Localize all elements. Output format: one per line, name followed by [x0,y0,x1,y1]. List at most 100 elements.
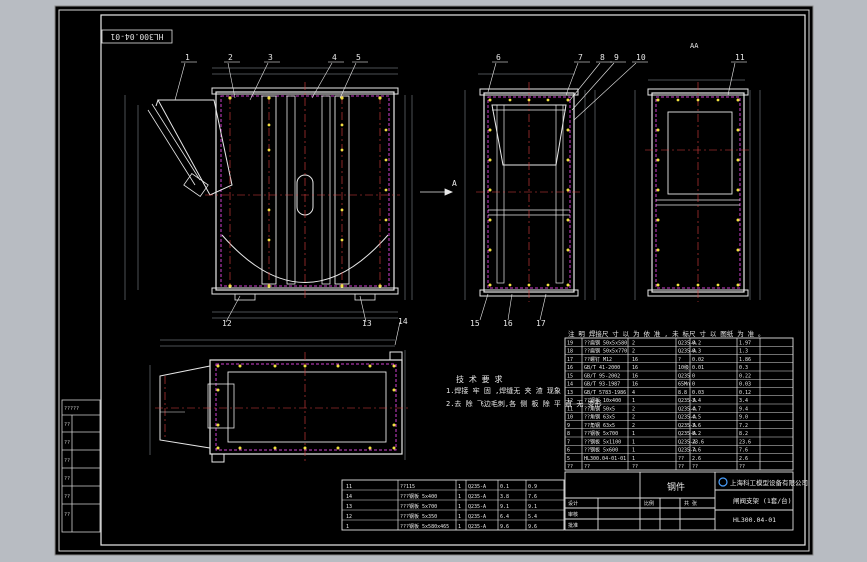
bom-cell-mat: ? [678,357,681,363]
bom-cell-code: GB/T 41-2000 [584,365,620,371]
tech-req-line2: 2.去 除 飞边毛刺,各 侧 板 除 平 直 无 变形 [446,399,602,408]
bom-cell-qty: 1 [632,398,635,404]
bom-cell-qty: 1 [632,448,635,454]
bom-cell-no: 15 [567,373,573,379]
tech-req-title: 技 术 要 求 [456,374,502,384]
bom-cell-no: 6 [567,448,570,454]
bom-cell-mat: 8.8 [678,390,687,396]
bom-cell-t: ?? [739,464,745,470]
bom-cell-mat: 65Mn [678,382,690,388]
bom-cell-code: GB/T 5783-1986 [584,390,626,396]
bom-cell-qty: 16 [632,382,638,388]
bom-left-cell-no: 11 [346,484,352,490]
bom-cell-w: 0.02 [692,357,704,363]
bom-cell-mat: 10级 [678,364,689,371]
bom-cell-code: ??角钢 63x5 [584,422,615,429]
bom-cell-code: ??扁钢 50x5x580 [584,339,627,346]
left-margin-label: ?? [64,476,70,482]
callout-2: 2 [228,53,233,62]
bom-cell-t: 8.2 [739,431,748,437]
bom-left-cell-t: 0.9 [528,484,537,490]
callout-5: 5 [356,53,361,62]
bom-cell-code: ?? [584,464,590,470]
tech-req-line1: 1.焊接 牢 固 ,焊缝无 夹 渣 现象 [446,386,561,395]
bom-cell-qty: 2 [632,423,635,429]
callout-10: 10 [636,53,646,62]
bom-left-cell-qty: 1 [458,484,461,490]
left-margin-label: ????? [64,406,79,412]
bom-cell-code: ??钢板 5x1100 [584,438,621,445]
bom-left-cell-w: 3.8 [500,494,509,500]
cut-letter: A [452,179,457,188]
bom-cell-t: 0.22 [739,373,751,379]
bom-cell-w: 0.01 [692,365,704,371]
bom-left-cell-w: 0.1 [500,484,509,490]
left-margin-label: ?? [64,422,70,428]
bom-left-cell-w: 9.1 [500,504,509,510]
callout-14: 14 [398,317,408,326]
bom-cell-code: GB/T 93-1987 [584,382,620,388]
bom-cell-w: 23.6 [692,439,704,445]
callout-8: 8 [600,53,605,62]
bom-cell-qty: ?? [632,464,638,470]
bom-cell-no: 5 [567,456,570,462]
bom-cell-w: 8.2 [692,431,701,437]
callout-16: 16 [503,319,513,328]
callout-12: 12 [222,319,232,328]
bom-cell-no: 11 [567,406,573,412]
bom-cell-t: 1.97 [739,340,751,346]
bom-left-cell-mat: Q235-A [468,494,486,500]
bom-left-cell-no: 14 [346,494,352,500]
bom-header-note: 注 明 焊接尺 寸 以 为 依 准 , 未 标尺 寸 以 图纸 为 准 。 [568,329,765,338]
bom-cell-t: 3.4 [739,398,748,404]
part-type: 钢件 [667,481,685,493]
bom-cell-qty: 2 [632,406,635,412]
bom-cell-qty: 16 [632,365,638,371]
bom-cell-no: 12 [567,398,573,404]
bom-cell-qty: 4 [632,390,635,396]
bom-cell-qty: 1 [632,439,635,445]
bom-cell-no: 10 [567,415,573,421]
bom-cell-mat: ?? [678,456,684,462]
bom-left-cell-qty: 1 [458,514,461,520]
bom-cell-code: GB/T 95-2002 [584,373,620,379]
design-label: 设计 [568,500,578,507]
bom-cell-code: ??钢板 5x600 [584,447,618,454]
bom-cell-mat: Q235 [678,373,690,379]
bom-cell-t: 7.2 [739,423,748,429]
bom-cell-w: 4.5 [692,415,701,421]
bom-left-cell-mat: Q235-A [468,524,486,530]
bom-cell-qty: 2 [632,349,635,355]
bom-cell-no: 14 [567,382,573,388]
bom-cell-t: 23.6 [739,439,751,445]
approve-label: 批准 [568,522,578,529]
bom-cell-w: 7.6 [692,448,701,454]
bom-cell-code: ??角钢 63x5 [584,414,615,421]
bom-cell-no: 17 [567,357,573,363]
callout-7: 7 [578,53,583,62]
bom-cell-w: 0 [692,382,695,388]
bom-cell-w: 0 [692,373,695,379]
bom-cell-code: ??角钢 50x5 [584,405,615,412]
bom-left-cell-t: 9.6 [528,524,537,530]
bom-left-cell-no: 12 [346,514,352,520]
bom-left-cell-qty: 1 [458,494,461,500]
bom-cell-w: 2.6 [692,456,701,462]
bom-cell-no: 19 [567,340,573,346]
bom-cell-qty: 1 [632,431,635,437]
bom-cell-code: ??螺钉 M12 [584,356,612,363]
part-name: 闸阀支架 (1套/台) [733,496,792,505]
left-margin-label: ?? [64,512,70,518]
bom-cell-no: 18 [567,349,573,355]
callout-1: 1 [185,53,190,62]
bom-left-cell-t: 5.4 [528,514,537,520]
drawing-number: HL300.04-01 [733,516,776,524]
bom-cell-no: 13 [567,390,573,396]
bom-left-cell-code: ???钢板 5x580x465 [400,523,449,530]
bom-cell-mat: ?? [678,464,684,470]
bom-cell-no: 16 [567,365,573,371]
callout-4: 4 [332,53,337,62]
bom-cell-t: 0.12 [739,390,751,396]
callout-13: 13 [362,319,372,328]
bom-left-cell-qty: 1 [458,524,461,530]
